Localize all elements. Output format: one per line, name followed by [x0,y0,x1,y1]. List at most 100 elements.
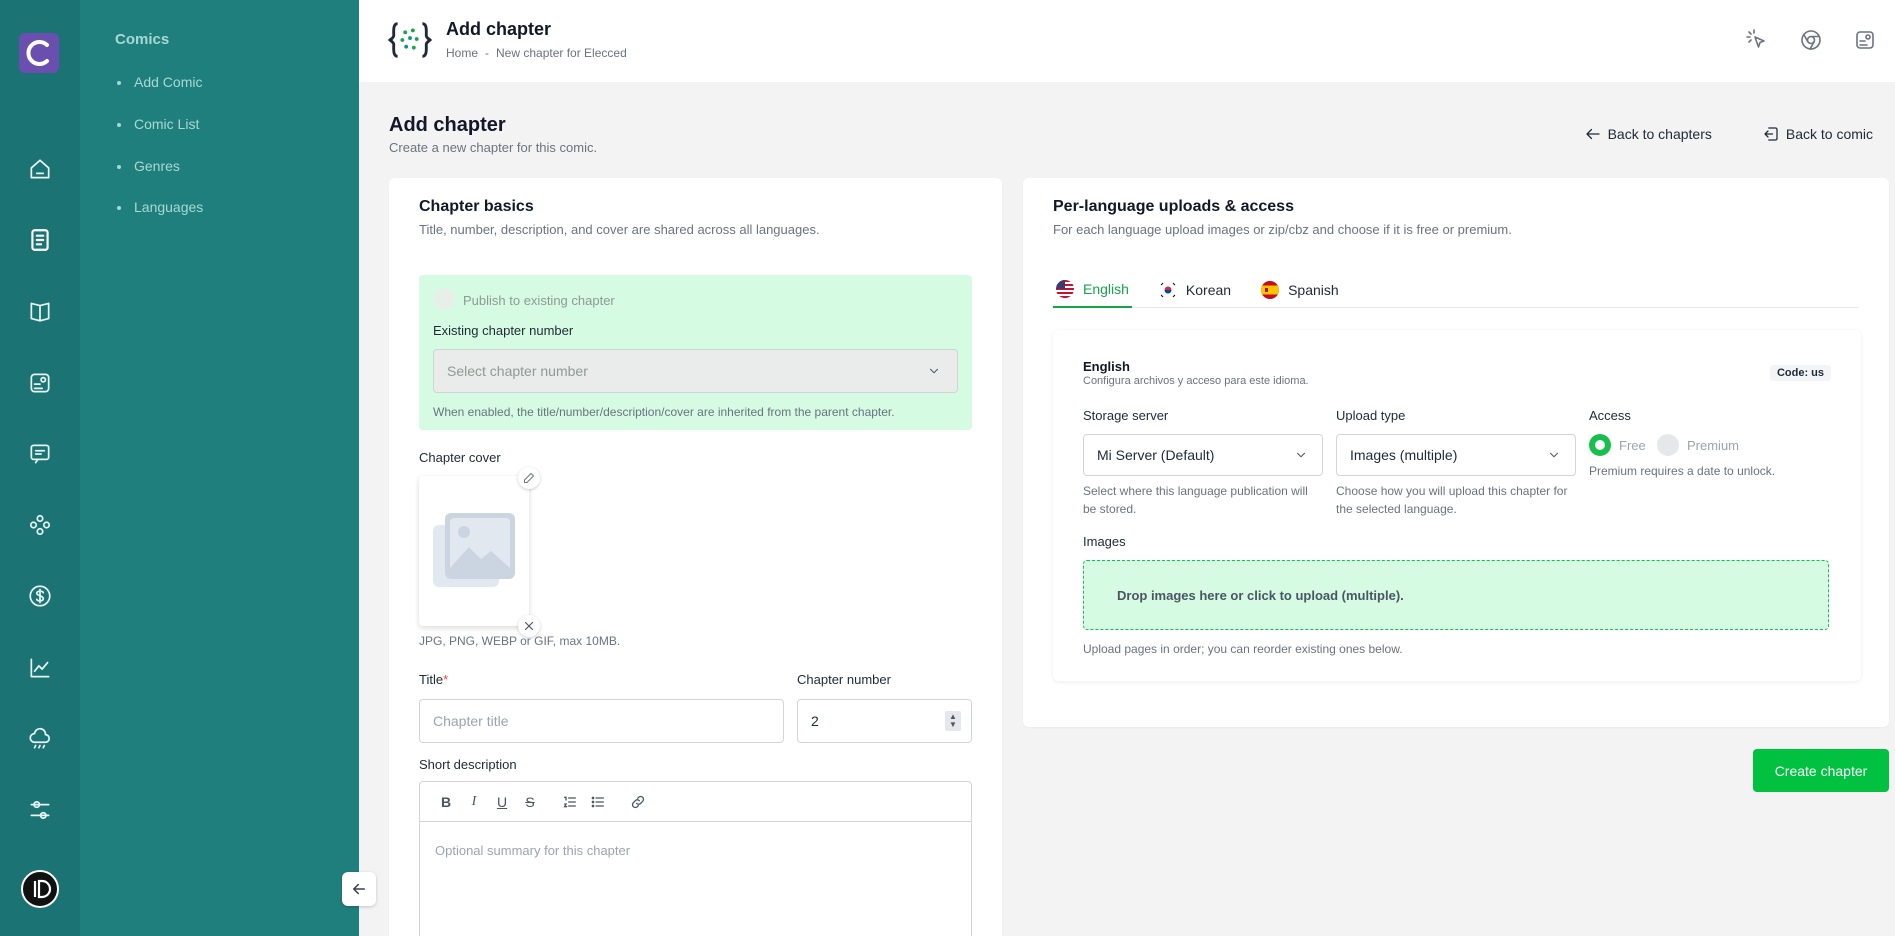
page-actions: Back to chapters Back to comic [1584,125,1873,143]
link-icon[interactable] [624,788,652,816]
language-tabs: English Korean Spanish [1053,272,1859,308]
chapter-number-value: 2 [811,713,819,729]
upload-type-help: Choose how you will upload this chapter … [1336,484,1568,516]
uploads-title: Per-language uploads & access [1053,198,1294,215]
edit-cover-button[interactable] [518,467,540,489]
comics-submenu: Comics Add Comic Comic List Genres Langu… [80,0,359,936]
pencil-icon [524,473,534,483]
chapter-basics-card: Chapter basics Title, number, descriptio… [389,178,1002,936]
collapse-sidebar-button[interactable] [342,872,376,906]
submenu-item-languages[interactable]: Languages [116,199,203,215]
chapter-number-input[interactable]: 2 ▲ ▼ [797,699,972,743]
title-placeholder: Chapter title [433,713,509,729]
es-flag-icon [1261,281,1280,299]
submenu-item-genres[interactable]: Genres [117,158,180,174]
access-free-label: Free [1619,438,1646,453]
icon-rail [0,0,80,936]
existing-chapter-number-label: Existing chapter number [433,323,574,338]
top-header: Add chapter Home - New chapter for Elecc… [359,0,1895,82]
english-language-panel: English Configura archivos y acceso para… [1053,330,1861,681]
dropzone-text: Drop images here or click to upload (mul… [1117,587,1404,603]
tab-korean-label: Korean [1185,282,1232,298]
header-title: Add chapter [446,19,552,39]
upload-type-select[interactable]: Images (multiple) [1336,434,1576,476]
page-title: Add chapter [389,114,506,136]
images-help: Upload pages in order; you can reorder e… [1083,642,1403,656]
bullet-list-icon[interactable] [584,788,612,816]
tab-spanish-label: Spanish [1288,282,1339,298]
create-chapter-button[interactable]: Create chapter [1753,749,1889,792]
pointer-icon[interactable] [1743,26,1771,54]
back-to-chapters-label: Back to chapters [1607,126,1712,142]
chapter-cover-preview[interactable] [419,476,529,626]
dollar-icon[interactable] [26,582,54,610]
title-label: Title* [419,672,449,687]
exit-icon [1764,127,1778,141]
title-input[interactable]: Chapter title [419,699,784,743]
users-icon[interactable] [26,511,54,539]
submenu-item-comic-list[interactable]: Comic List [116,116,199,132]
tab-spanish[interactable]: Spanish [1258,272,1342,308]
page-subtitle: Create a new chapter for this comic. [389,140,598,155]
breadcrumb-separator: - [485,46,490,60]
strikethrough-button[interactable]: S [516,788,544,816]
breadcrumb-home[interactable]: Home [446,46,478,60]
arrow-left-icon [353,883,365,895]
access-premium-label: Premium [1687,438,1740,453]
language-panel-subtitle: Configura archivos y acceso para este id… [1083,375,1309,387]
breadcrumb: Home - New chapter for Elecced [446,46,627,60]
italic-button[interactable]: I [460,788,488,816]
access-free-radio[interactable] [1589,434,1611,456]
brackets-logo-icon [388,20,432,60]
back-to-chapters-link[interactable]: Back to chapters [1584,125,1712,143]
chart-icon[interactable] [26,654,54,682]
upload-type-value: Images (multiple) [1350,447,1458,463]
submenu-title: Comics [115,31,170,48]
short-description-editor[interactable]: Optional summary for this chapter [419,822,972,936]
storage-server-label: Storage server [1083,408,1169,423]
submenu-item-add-comic[interactable]: Add Comic [116,74,202,90]
ordered-list-icon[interactable] [556,788,584,816]
existing-chapter-number-placeholder: Select chapter number [447,363,588,379]
chrome-icon[interactable] [1797,26,1825,54]
bold-button[interactable]: B [432,788,460,816]
tab-english-label: English [1083,281,1129,297]
arrow-left-icon [1585,128,1600,140]
cloud-icon[interactable] [26,725,54,753]
file-text-icon[interactable] [26,226,54,254]
access-label: Access [1589,408,1631,423]
header-actions [1743,26,1879,54]
language-panel-title: English [1083,359,1130,374]
back-to-comic-link[interactable]: Back to comic [1762,125,1873,143]
short-description-label: Short description [419,757,517,772]
access-premium-radio[interactable] [1657,434,1679,456]
storage-server-select[interactable]: Mi Server (Default) [1083,434,1323,476]
chevron-down-icon [1547,448,1561,465]
access-help: Premium requires a date to unlock. [1589,464,1776,478]
book-icon[interactable] [26,297,54,325]
description-placeholder: Optional summary for this chapter [435,843,631,858]
images-dropzone[interactable]: Drop images here or click to upload (mul… [1083,560,1829,630]
profile-card-icon[interactable] [1851,26,1879,54]
app-logo[interactable] [19,33,59,73]
publish-existing-help: When enabled, the title/number/descripti… [433,405,895,419]
storage-server-value: Mi Server (Default) [1097,447,1215,463]
editor-toolbar: B I U S [419,781,972,822]
publish-existing-panel: Publish to existing chapter Existing cha… [419,275,972,430]
sliders-icon[interactable] [26,796,54,824]
images-label: Images [1083,534,1126,549]
message-icon[interactable] [26,440,54,468]
home-icon[interactable] [26,155,54,183]
tab-english[interactable]: English [1053,272,1132,308]
image-placeholder-icon [433,513,515,587]
required-marker: * [443,672,449,687]
tab-korean[interactable]: Korean [1156,272,1234,308]
publish-existing-toggle[interactable] [433,288,455,310]
brand-logo[interactable] [21,870,59,908]
number-stepper[interactable]: ▲ ▼ [945,711,961,731]
storage-server-help: Select where this language publication w… [1083,484,1308,516]
breadcrumb-current: New chapter for Elecced [496,46,627,60]
profile-card-icon[interactable] [26,369,54,397]
existing-chapter-number-select[interactable]: Select chapter number [433,349,958,393]
underline-button[interactable]: U [488,788,516,816]
